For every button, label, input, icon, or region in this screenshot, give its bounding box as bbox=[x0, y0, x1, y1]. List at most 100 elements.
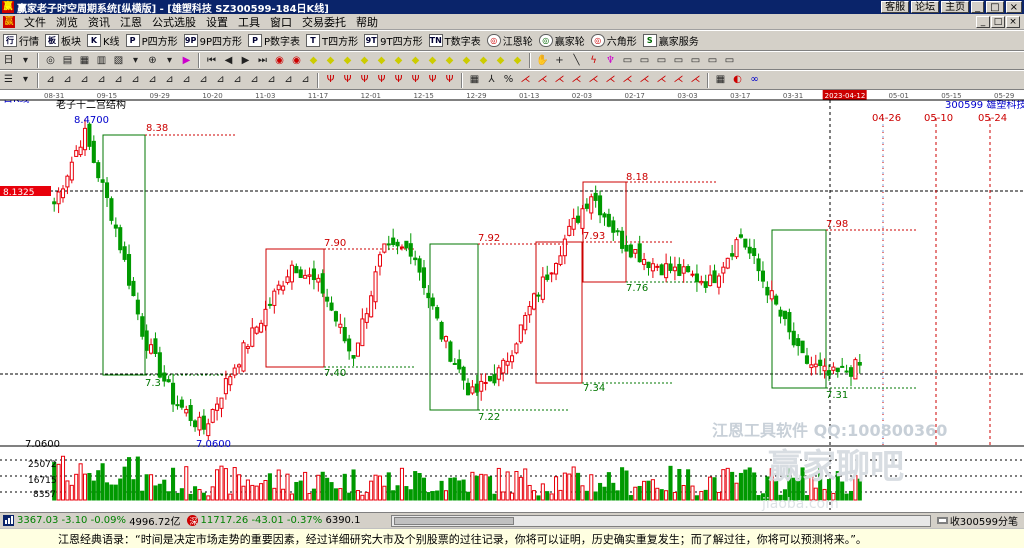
menu-help[interactable]: 帮助 bbox=[351, 14, 383, 30]
fan-icon[interactable]: ⋌ bbox=[603, 73, 618, 87]
bars-icon[interactable]: ☰ bbox=[1, 73, 16, 87]
chevron-down-icon[interactable]: ▾ bbox=[128, 54, 143, 68]
document-icon[interactable]: 赢 bbox=[3, 15, 15, 28]
rect-icon[interactable]: ▭ bbox=[688, 54, 703, 68]
line-tool-icon[interactable]: ⊿ bbox=[179, 73, 194, 87]
grid-icon[interactable]: ▦ bbox=[713, 73, 728, 87]
p-square-button[interactable]: P P四方形 bbox=[123, 32, 181, 49]
chevron-down-icon[interactable]: ▾ bbox=[162, 54, 177, 68]
fan-icon[interactable]: ⋌ bbox=[552, 73, 567, 87]
prev-icon[interactable]: ◀ bbox=[221, 54, 236, 68]
record-status[interactable]: 收300599分笔 bbox=[936, 513, 1018, 528]
fork-icon[interactable]: Ψ bbox=[340, 73, 355, 87]
chart-icon[interactable]: ▤ bbox=[60, 54, 75, 68]
target-icon[interactable]: ◉ bbox=[272, 54, 287, 68]
fork-icon[interactable]: Ψ bbox=[442, 73, 457, 87]
rect-icon[interactable]: ▭ bbox=[722, 54, 737, 68]
fan-icon[interactable]: ⋌ bbox=[637, 73, 652, 87]
menu-tools[interactable]: 工具 bbox=[233, 14, 265, 30]
list-icon[interactable]: ▥ bbox=[94, 54, 109, 68]
hand-icon[interactable]: ✋ bbox=[535, 54, 550, 68]
horizontal-scrollbar[interactable] bbox=[390, 514, 931, 527]
line-tool-icon[interactable]: ⊿ bbox=[281, 73, 296, 87]
line-tool-icon[interactable]: ⊿ bbox=[298, 73, 313, 87]
diamond-icon[interactable]: ◆ bbox=[459, 54, 474, 68]
fork-icon[interactable]: Ψ bbox=[391, 73, 406, 87]
line-tool-icon[interactable]: ⊿ bbox=[196, 73, 211, 87]
sectors-button[interactable]: 板板块 bbox=[42, 32, 84, 49]
shenzhen-index[interactable]: 深 11717.26 -43.01 -0.37% 6390.1 bbox=[186, 515, 360, 526]
menu-settings[interactable]: 设置 bbox=[201, 14, 233, 30]
table-icon[interactable]: ▧ bbox=[111, 54, 126, 68]
menu-trade[interactable]: 交易委托 bbox=[297, 14, 351, 30]
shanghai-index[interactable]: 3367.03 -3.10 -0.09% 4996.72亿 bbox=[3, 513, 181, 528]
menu-file[interactable]: 文件 bbox=[19, 14, 51, 30]
homepage-link[interactable]: 主页 bbox=[941, 1, 970, 13]
target-icon[interactable]: ◉ bbox=[289, 54, 304, 68]
rect-icon[interactable]: ▭ bbox=[671, 54, 686, 68]
hexagon-button[interactable]: ◎ 六角形 bbox=[588, 32, 640, 49]
diamond-icon[interactable]: ◆ bbox=[408, 54, 423, 68]
line-tool-icon[interactable]: ⊿ bbox=[77, 73, 92, 87]
line-tool-icon[interactable]: ⊿ bbox=[94, 73, 109, 87]
diamond-icon[interactable]: ◆ bbox=[357, 54, 372, 68]
line-tool-icon[interactable]: ⊿ bbox=[162, 73, 177, 87]
fork-icon[interactable]: Ψ bbox=[323, 73, 338, 87]
first-icon[interactable]: ⏮ bbox=[204, 54, 219, 68]
window-minimize-button[interactable]: _ bbox=[971, 1, 985, 13]
infinity-icon[interactable]: ∞ bbox=[747, 73, 762, 87]
t-square-button[interactable]: T T四方形 bbox=[303, 32, 361, 49]
diamond-icon[interactable]: ◆ bbox=[493, 54, 508, 68]
diamond-icon[interactable]: ◆ bbox=[323, 54, 338, 68]
line-tool-icon[interactable]: ⊿ bbox=[111, 73, 126, 87]
menu-browse[interactable]: 浏览 bbox=[51, 14, 83, 30]
rect-icon[interactable]: ▭ bbox=[654, 54, 669, 68]
line-icon[interactable]: ╲ bbox=[569, 54, 584, 68]
line-tool-icon[interactable]: ⊿ bbox=[213, 73, 228, 87]
forum-link[interactable]: 论坛 bbox=[911, 1, 940, 13]
pattern-icon[interactable]: ♆ bbox=[603, 54, 618, 68]
fan-icon[interactable]: ⋌ bbox=[688, 73, 703, 87]
table-icon[interactable]: ▦ bbox=[467, 73, 482, 87]
scrollbar-thumb[interactable] bbox=[393, 516, 514, 525]
menu-info[interactable]: 资讯 bbox=[83, 14, 115, 30]
menu-window[interactable]: 窗口 bbox=[265, 14, 297, 30]
fork-icon[interactable]: Ψ bbox=[425, 73, 440, 87]
quotes-button[interactable]: 行行情 bbox=[0, 32, 42, 49]
window-close-button[interactable]: × bbox=[1005, 1, 1022, 13]
line-tool-icon[interactable]: ⊿ bbox=[145, 73, 160, 87]
last-icon[interactable]: ⏭ bbox=[255, 54, 270, 68]
wheel-icon[interactable]: ◐ bbox=[730, 73, 745, 87]
fan-icon[interactable]: ⋌ bbox=[569, 73, 584, 87]
diamond-icon[interactable]: ◆ bbox=[340, 54, 355, 68]
diamond-icon[interactable]: ◆ bbox=[476, 54, 491, 68]
line-tool-icon[interactable]: ⊿ bbox=[247, 73, 262, 87]
winner-service-button[interactable]: S 赢家服务 bbox=[640, 32, 702, 49]
t-number-table-button[interactable]: TN T数字表 bbox=[426, 32, 484, 49]
line-tool-icon[interactable]: ⊿ bbox=[230, 73, 245, 87]
9t-square-button[interactable]: 9T 9T四方形 bbox=[361, 32, 425, 49]
kline-chart[interactable]: 日K线 老子十二宫结构 300599 雄塑科技 08-3109-1509-291… bbox=[0, 90, 1024, 512]
rect-icon[interactable]: ▭ bbox=[620, 54, 635, 68]
ratio-icon[interactable]: ⅄ bbox=[484, 73, 499, 87]
fork-icon[interactable]: Ψ bbox=[374, 73, 389, 87]
winner-wheel-button[interactable]: ◎ 赢家轮 bbox=[536, 32, 588, 49]
kline-button[interactable]: K K线 bbox=[84, 32, 123, 49]
rect-icon[interactable]: ▭ bbox=[637, 54, 652, 68]
line-tool-icon[interactable]: ⊿ bbox=[43, 73, 58, 87]
grid-icon[interactable]: ▦ bbox=[77, 54, 92, 68]
diamond-icon[interactable]: ◆ bbox=[510, 54, 525, 68]
percent-icon[interactable]: % bbox=[501, 73, 516, 87]
next-icon[interactable]: ▶ bbox=[238, 54, 253, 68]
filter-icon[interactable]: ⊕ bbox=[145, 54, 160, 68]
gann-wheel-button[interactable]: ◎ 江恩轮 bbox=[484, 32, 536, 49]
fan-icon[interactable]: ⋌ bbox=[654, 73, 669, 87]
line-tool-icon[interactable]: ⊿ bbox=[60, 73, 75, 87]
fan-icon[interactable]: ⋌ bbox=[586, 73, 601, 87]
doc-close-button[interactable]: × bbox=[1006, 15, 1020, 28]
fan-icon[interactable]: ⋌ bbox=[518, 73, 533, 87]
fan-icon[interactable]: ⋌ bbox=[535, 73, 550, 87]
fan-icon[interactable]: ⋌ bbox=[671, 73, 686, 87]
wave-icon[interactable]: ϟ bbox=[586, 54, 601, 68]
line-tool-icon[interactable]: ⊿ bbox=[128, 73, 143, 87]
